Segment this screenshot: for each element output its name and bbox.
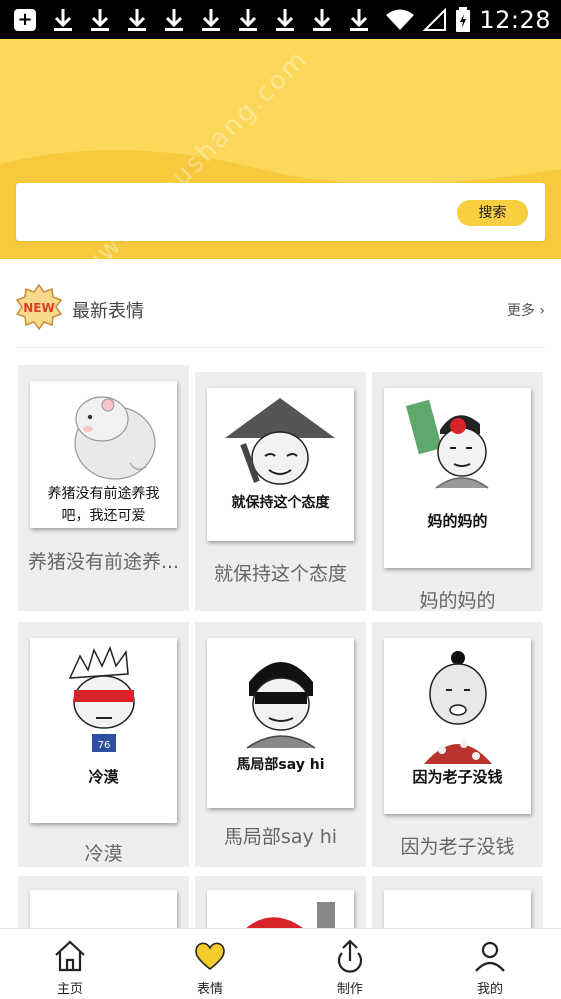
cold-face-illustration: 76 — [68, 645, 135, 752]
status-bar: + 12:28 — [0, 0, 561, 39]
sticker-card[interactable]: 养猪没有前途养我吧，我还可爱 养猪没有前途养... — [18, 365, 189, 611]
tab-label: 表情 — [196, 982, 223, 997]
sticker-card[interactable]: 因为老子没钱 因为老子没钱 — [372, 622, 543, 867]
tab-profile[interactable]: 我的 — [445, 929, 535, 999]
sticker-title: 冷漠 — [84, 843, 123, 865]
download-icon — [348, 7, 370, 33]
download-icon — [52, 7, 74, 33]
tab-label: 制作 — [336, 982, 363, 997]
sunglasses-face-illustration — [246, 662, 316, 749]
sticker-title: 养猪没有前途养... — [27, 551, 180, 573]
sticker-grid: 养猪没有前途养我吧，我还可爱 养猪没有前途养... 就保持这个态度 就保持这个态… — [0, 360, 561, 950]
notification-plus-icon: + — [14, 8, 36, 31]
sticker-card[interactable] — [195, 876, 366, 950]
chevron-right-icon: › — [539, 303, 545, 319]
sticker-image: 因为老子没钱 — [384, 638, 531, 814]
sticker-card[interactable]: 就保持这个态度 就保持这个态度 — [195, 372, 366, 611]
sticker-caption: 养猪没有前途养我吧，我还可爱 — [47, 486, 160, 524]
sticker-image: 馬局部say hi — [207, 638, 354, 808]
download-icon — [163, 7, 185, 33]
sticker-card[interactable]: 妈的妈的 妈的妈的 — [372, 372, 543, 612]
heart-icon — [195, 942, 225, 971]
download-icon — [274, 7, 296, 33]
sticker-card[interactable]: 76 冷漠 冷漠 — [18, 622, 189, 867]
sticker-image: 养猪没有前途养我吧，我还可爱 — [30, 381, 177, 528]
section-divider — [16, 347, 545, 348]
more-link[interactable]: 更多 › — [507, 300, 545, 320]
section-header: NEW 最新表情 更多 › — [0, 270, 561, 348]
search-input[interactable] — [30, 197, 450, 227]
status-clock: 12:28 — [479, 5, 551, 34]
new-badge-text: NEW — [23, 301, 54, 315]
sticker-image: 妈的妈的 — [384, 388, 531, 568]
bottom-tab-bar: 主页 表情 制作 我的 — [0, 928, 561, 999]
search-bar: 搜索 — [16, 183, 545, 241]
sticker-card[interactable] — [372, 876, 543, 950]
sticker-title: 馬局部say hi — [223, 826, 338, 848]
tab-stickers[interactable]: 表情 — [165, 929, 255, 999]
sticker-card[interactable] — [18, 876, 189, 950]
sticker-caption: 妈的妈的 — [427, 512, 488, 530]
download-icon — [200, 7, 222, 33]
signal-icon — [423, 7, 447, 31]
sticker-title: 就保持这个态度 — [213, 563, 347, 585]
sticker-caption: 冷漠 — [88, 768, 119, 786]
new-badge-icon: NEW — [16, 284, 62, 330]
download-icon — [126, 7, 148, 33]
money-face-illustration — [405, 399, 489, 489]
sticker-image: 就保持这个态度 — [207, 388, 354, 541]
wifi-icon — [386, 9, 415, 30]
download-icon — [237, 7, 259, 33]
download-icon — [311, 7, 333, 33]
sticker-caption: 就保持这个态度 — [231, 495, 330, 511]
sticker-caption: 因为老子没钱 — [412, 768, 503, 786]
app-screen: + 12:28 www.shoushang.com 搜索 NEW 最新表情 更多… — [0, 0, 561, 999]
straw-hat-face-illustration — [225, 398, 335, 485]
search-button[interactable]: 搜索 — [457, 200, 528, 226]
sticker-caption: 馬局部say hi — [236, 757, 325, 773]
upload-icon — [337, 939, 363, 973]
download-icon — [89, 7, 111, 33]
tab-label: 主页 — [56, 982, 83, 997]
section-title: 最新表情 — [72, 301, 144, 322]
home-icon — [55, 940, 85, 972]
tab-label: 我的 — [476, 982, 503, 997]
svg-text:76: 76 — [98, 740, 111, 751]
tab-home[interactable]: 主页 — [25, 929, 115, 999]
sticker-card[interactable]: 馬局部say hi 馬局部say hi — [195, 622, 366, 867]
battery-icon — [456, 6, 471, 32]
sticker-title: 因为老子没钱 — [400, 836, 515, 858]
tab-create[interactable]: 制作 — [305, 929, 395, 999]
header-banner: www.shoushang.com 搜索 — [0, 39, 561, 259]
user-icon — [475, 941, 505, 972]
hamster-illustration — [74, 396, 156, 480]
sticker-title: 妈的妈的 — [419, 590, 496, 612]
more-label: 更多 — [506, 303, 535, 319]
sticker-image: 76 冷漠 — [30, 638, 177, 823]
no-money-face-illustration — [424, 651, 492, 764]
